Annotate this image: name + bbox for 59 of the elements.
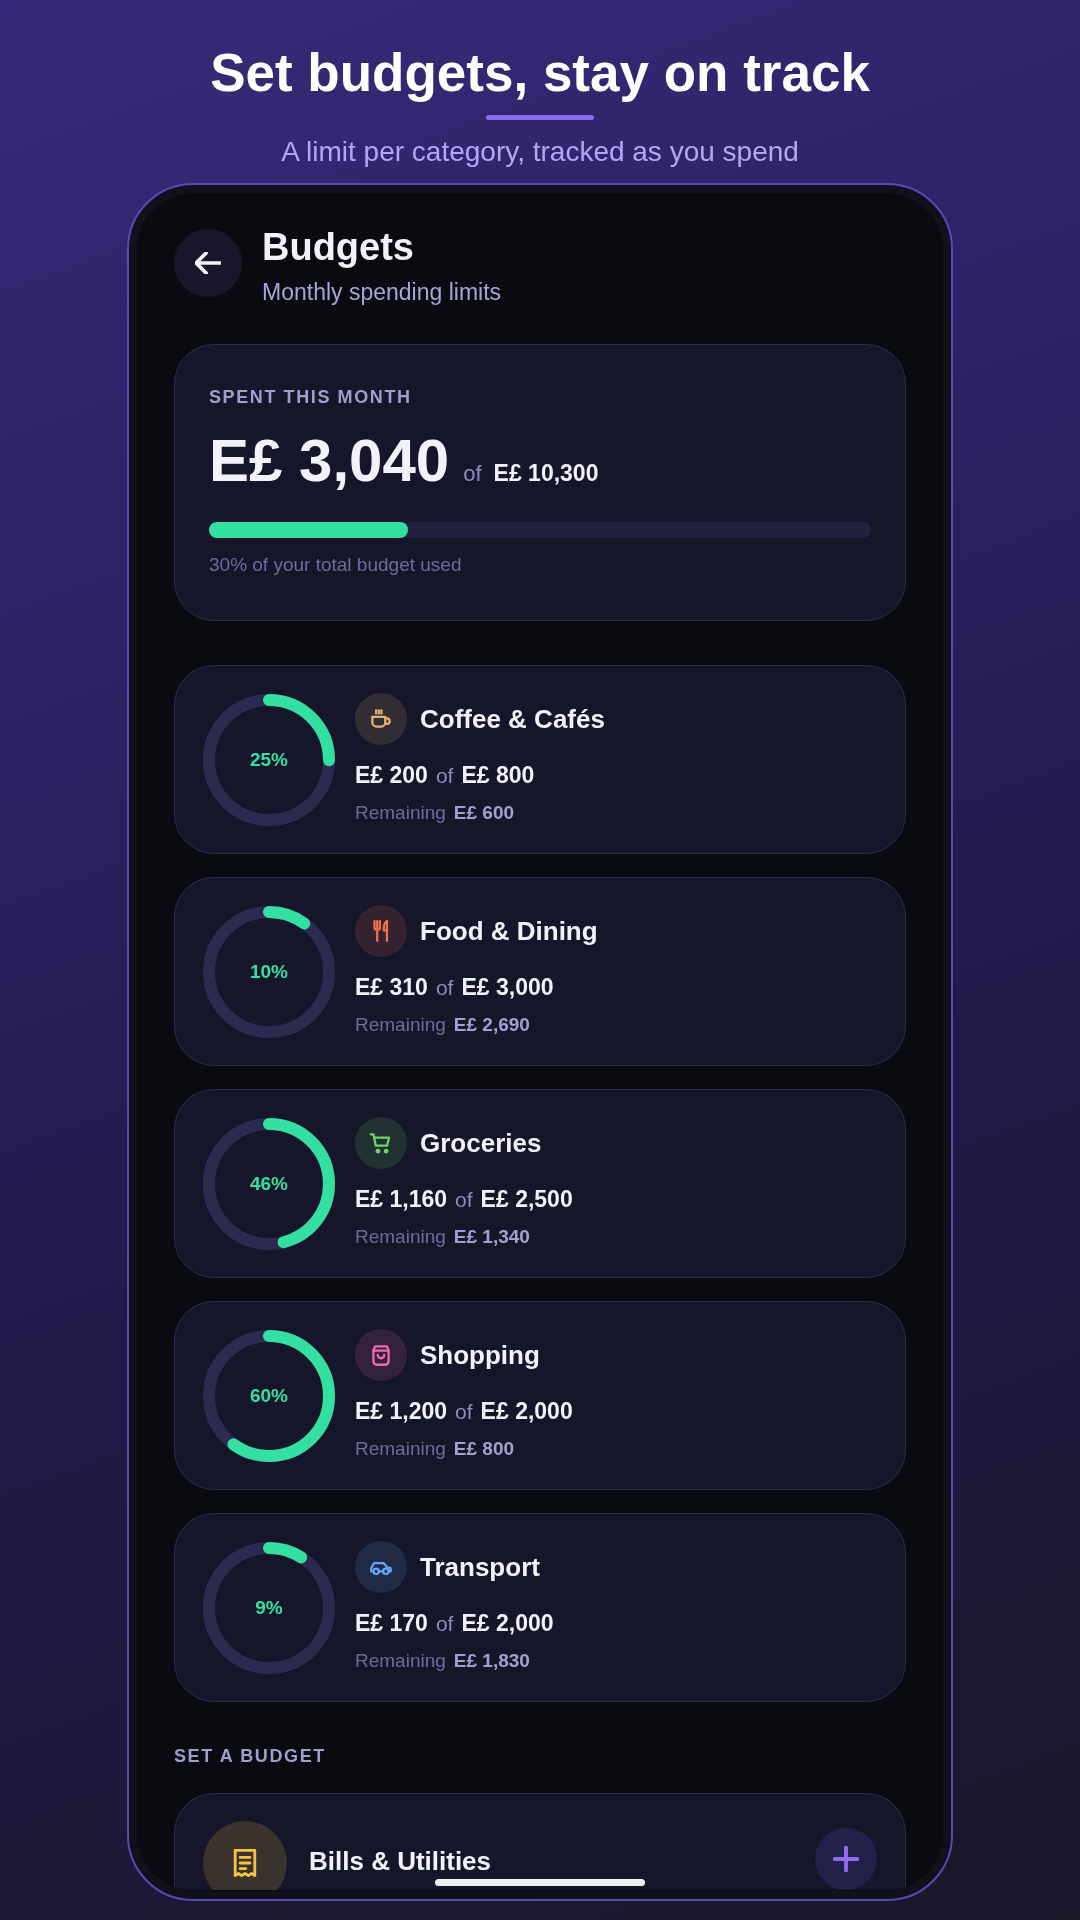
of-label: of (435, 975, 454, 1001)
category-name: Food & Dining (420, 915, 598, 947)
budget-card[interactable]: 25% Coffee & Cafés E£ 200 of E£ 800 Remaining E£ 600 (174, 665, 906, 854)
percent-label: 10% (250, 960, 288, 983)
remaining-label: Remaining (355, 801, 446, 825)
remaining-label: Remaining (355, 1437, 446, 1461)
percent-label: 60% (250, 1384, 288, 1407)
of-label: of (435, 1611, 454, 1637)
spent-amount: E£ 170 (355, 1609, 428, 1638)
category-name: Bills & Utilities (309, 1847, 492, 1875)
remaining-amount: E£ 1,830 (453, 1649, 530, 1673)
budget-card[interactable]: 9% Transport E£ 170 of E£ 2,000 Remaining E£ 1,830 (174, 1513, 906, 1702)
bag-icon (355, 1329, 407, 1381)
percent-label: 25% (250, 748, 288, 771)
remaining-label: Remaining (355, 1013, 446, 1037)
budget-used-caption: 30% of your total budget used (209, 553, 463, 577)
limit-amount: E£ 2,000 (461, 1609, 554, 1638)
of-label: of (455, 1399, 473, 1425)
budget-card[interactable]: 10% Food & Dining E£ 310 of E£ 3,000 Remaining E£ 2,690 (174, 877, 906, 1066)
plus-icon (833, 1846, 859, 1872)
screen-title: Budgets (262, 225, 415, 269)
fork-knife-icon (355, 905, 407, 957)
limit-amount: E£ 2,000 (480, 1397, 573, 1426)
remaining-label: Remaining (355, 1225, 446, 1249)
section-heading: SET A BUDGET (174, 1745, 327, 1767)
tagline: A limit per category, tracked as you spend (281, 135, 799, 169)
category-name: Groceries (420, 1127, 542, 1159)
receipt-icon (203, 1821, 287, 1890)
spent-amount: E£ 3,040 (209, 426, 450, 496)
budget-card[interactable]: 46% Groceries E£ 1,160 of E£ 2,500 Remaining E£ 1,340 (174, 1089, 906, 1278)
spent-amount: E£ 1,160 (355, 1185, 448, 1214)
limit-amount: E£ 2,500 (480, 1185, 573, 1214)
limit-amount: E£ 3,000 (461, 973, 554, 1002)
category-name: Coffee & Cafés (420, 703, 605, 735)
remaining-amount: E£ 2,690 (453, 1013, 530, 1037)
of-label: of (455, 1187, 473, 1213)
spent-amount: E£ 310 (355, 973, 428, 1002)
car-icon (355, 1541, 407, 1593)
percent-label: 46% (250, 1172, 288, 1195)
total-budget: E£ 10,300 (493, 460, 599, 487)
spent-amount: E£ 200 (355, 761, 428, 790)
budget-card[interactable]: 60% Shopping E£ 1,200 of E£ 2,000 Remaining E£ 800 (174, 1301, 906, 1490)
remaining-amount: E£ 600 (453, 801, 515, 825)
category-name: Transport (420, 1551, 540, 1583)
of-label: of (435, 763, 454, 789)
arrow-left-icon (195, 252, 221, 274)
summary-label: SPENT THIS MONTH (209, 386, 413, 408)
screen-subtitle: Monthly spending limits (262, 278, 502, 307)
headline: Set budgets, stay on track (210, 42, 870, 104)
percent-label: 9% (255, 1596, 283, 1619)
of-label: of (463, 461, 482, 487)
remaining-label: Remaining (355, 1649, 446, 1673)
coffee-cup-icon (355, 693, 407, 745)
category-name: Shopping (420, 1339, 540, 1371)
remaining-amount: E£ 800 (453, 1437, 515, 1461)
spent-amount: E£ 1,200 (355, 1397, 448, 1426)
cart-icon (355, 1117, 407, 1169)
remaining-amount: E£ 1,340 (453, 1225, 530, 1249)
limit-amount: E£ 800 (461, 761, 535, 790)
